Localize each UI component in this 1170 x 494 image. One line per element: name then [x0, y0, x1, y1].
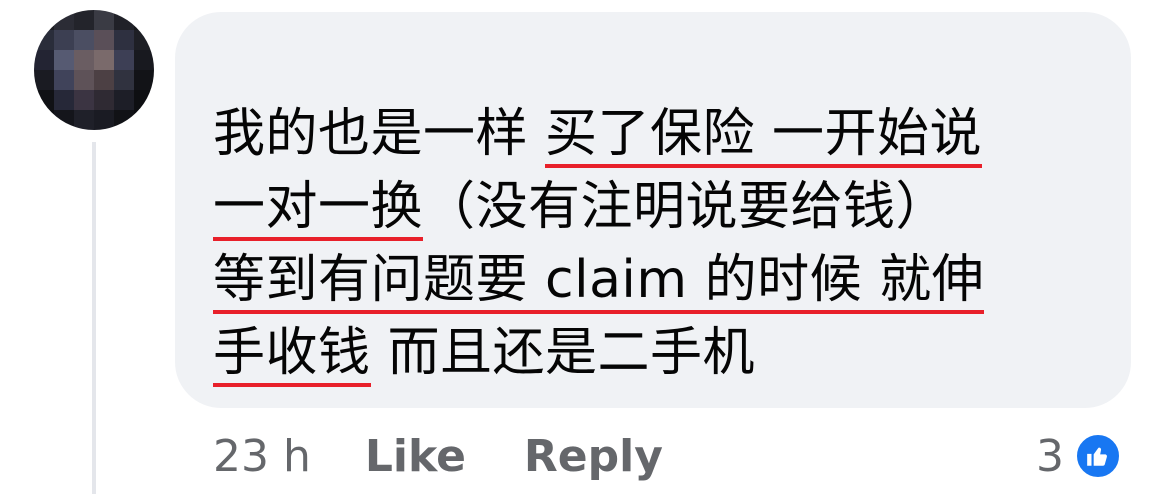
reaction-count: 3: [1036, 430, 1064, 482]
comment-text: 我的也是一样 买了保险 一开始说 一对一换（没有注明说要给钱） 等到有问题要 cla…: [213, 98, 1113, 390]
underlined-text: 手收钱: [213, 323, 371, 387]
comment-text-segment: 我的也是一样: [213, 104, 546, 164]
underlined-text: 买了保险 一开始说: [545, 104, 983, 168]
underlined-text: 一对一换: [213, 177, 424, 241]
comment-line: 等到有问题要 claim 的时候 就伸: [213, 244, 1113, 317]
comment-actions: 23 h Like Reply: [213, 426, 663, 486]
comment-line: 我的也是一样 买了保险 一开始说: [213, 98, 1113, 171]
reply-button[interactable]: Reply: [524, 431, 663, 482]
comment-text-segment: 而且还是二手机: [370, 323, 756, 383]
comment-timestamp[interactable]: 23 h: [213, 431, 311, 482]
thread-line: [92, 142, 96, 494]
comment-text-segment: （没有注明说要给钱）: [423, 177, 949, 237]
thumbs-up-icon: [1074, 432, 1122, 480]
comment-line: 手收钱 而且还是二手机: [213, 317, 1113, 390]
reaction-summary[interactable]: 3: [1036, 426, 1122, 486]
underlined-text: 等到有问题要 claim 的时候 就伸: [213, 250, 985, 314]
avatar[interactable]: [34, 10, 154, 130]
like-button[interactable]: Like: [365, 431, 466, 482]
comment-line: 一对一换（没有注明说要给钱）: [213, 171, 1113, 244]
